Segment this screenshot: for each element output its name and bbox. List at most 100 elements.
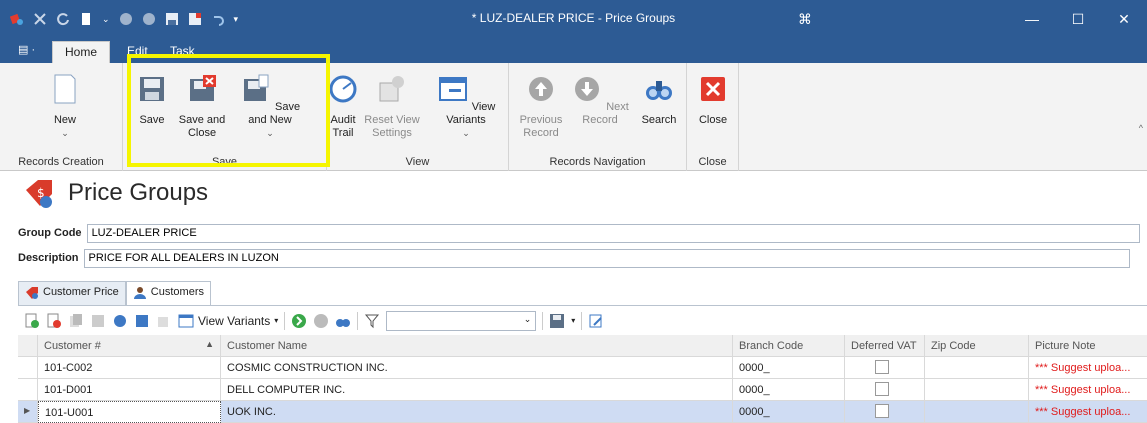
group-code-label: Group Code (18, 227, 82, 239)
view-variants-label: View Variants (198, 313, 271, 328)
close-window-button[interactable]: ✕ (1101, 0, 1147, 38)
cell-deferred-vat[interactable] (845, 379, 925, 401)
group-label: Records Creation (18, 156, 104, 168)
save-and-close-button[interactable]: Save and Close (175, 73, 229, 140)
previous-icon[interactable] (119, 12, 133, 26)
save-close-label-2: Close (187, 127, 217, 139)
audit-trail-button[interactable]: Audit Trail (327, 73, 359, 140)
search-button[interactable]: Search (637, 73, 681, 127)
group-code-input[interactable] (86, 223, 1140, 243)
cell-deferred-vat[interactable] (845, 357, 925, 379)
column-header-picture-note[interactable]: Picture Note (1029, 335, 1147, 357)
new-doc-icon[interactable] (79, 12, 93, 26)
table-row[interactable]: 101-C002 COSMIC CONSTRUCTION INC. 0000_ … (18, 357, 1147, 379)
filter-dropdown[interactable]: ⌄ (386, 310, 537, 331)
collapse-ribbon-icon[interactable]: ^ (1139, 123, 1143, 133)
customers-icon (133, 287, 146, 299)
quick-access-toolbar: ⌄ ▾ (0, 12, 238, 26)
reset-view-settings-button[interactable]: Reset View Settings (363, 73, 421, 140)
column-header-customer-no[interactable]: Customer # ▲ (38, 335, 221, 357)
customize-chevron-icon[interactable]: ▾ (234, 14, 239, 25)
chevron-down-icon: ⌄ (61, 128, 69, 138)
refresh-icon[interactable] (56, 12, 70, 26)
cell-picture-note[interactable]: *** Suggest uploa... (1029, 379, 1147, 401)
deferred-vat-checkbox[interactable] (875, 404, 889, 418)
previous-record-button[interactable]: Previous Record (517, 73, 565, 140)
price-tag-icon: $ (26, 180, 52, 208)
cell-zip-code[interactable] (925, 379, 1029, 401)
cell-customer-no[interactable]: 101-U001 (38, 401, 221, 423)
dropdown-chevron-icon[interactable]: ⌄ (102, 14, 110, 25)
go-next-icon[interactable] (291, 313, 307, 329)
cell-picture-note[interactable]: *** Suggest uploa... (1029, 401, 1147, 423)
go-previous-icon[interactable] (313, 313, 329, 329)
app-menu-icon[interactable]: ▤ · (18, 43, 36, 58)
cell-branch-code[interactable]: 0000_ (733, 357, 845, 379)
cell-customer-name[interactable]: DELL COMPUTER INC. (221, 379, 733, 401)
find-icon[interactable] (335, 313, 351, 329)
column-header-branch-code[interactable]: Branch Code (733, 335, 845, 357)
description-label: Description (18, 252, 79, 264)
tab-task[interactable]: Task (158, 41, 207, 63)
delete-row-icon[interactable] (46, 313, 62, 329)
tab-edit[interactable]: Edit (115, 41, 160, 63)
tab-customers[interactable]: Customers (125, 281, 211, 305)
save-and-new-button[interactable]: Save and New ⌄ (231, 73, 309, 140)
save-close-icon[interactable] (188, 12, 202, 26)
restore-icon[interactable]: ⌘ (793, 0, 817, 38)
tab-customer-price[interactable]: Customer Price (18, 281, 126, 305)
group-save: Save Save and Close Save and New ⌄ Save (123, 63, 327, 171)
next-record-button[interactable]: Next Record (567, 73, 633, 127)
cell-customer-name[interactable]: COSMIC CONSTRUCTION INC. (221, 357, 733, 379)
row-indicator (18, 357, 38, 379)
grid-header-row: Customer # ▲ Customer Name Branch Code D… (18, 335, 1147, 357)
close-button[interactable]: Close (695, 73, 731, 127)
cell-zip-code[interactable] (925, 401, 1029, 423)
paste-row-icon[interactable] (90, 313, 106, 329)
copy-row-icon[interactable] (68, 313, 84, 329)
column-header-zip-code[interactable]: Zip Code (925, 335, 1029, 357)
cancel-icon[interactable] (33, 12, 47, 26)
search-label: Search (641, 114, 677, 126)
column-header-deferred-vat[interactable]: Deferred VAT (845, 335, 925, 357)
refresh-icon[interactable] (112, 313, 128, 329)
cell-customer-name[interactable]: UOK INC. (221, 401, 733, 423)
cell-customer-no[interactable]: 101-D001 (38, 379, 221, 401)
deferred-vat-checkbox[interactable] (875, 360, 889, 374)
next-icon[interactable] (142, 12, 156, 26)
tab-home[interactable]: Home (52, 41, 110, 63)
ribbon-tabs: ▤ · Home Edit Task (0, 38, 1147, 63)
view-variants-dropdown[interactable]: View Variants ▾ (178, 313, 278, 329)
cell-deferred-vat[interactable] (845, 401, 925, 423)
column-header-label: Customer # (44, 340, 101, 352)
edit-note-icon[interactable] (588, 313, 604, 329)
cell-branch-code[interactable]: 0000_ (733, 379, 845, 401)
binoculars-icon (646, 81, 672, 100)
cell-zip-code[interactable] (925, 357, 1029, 379)
filter-icon[interactable] (364, 313, 380, 329)
export-icon[interactable] (156, 313, 172, 329)
cell-customer-no[interactable]: 101-C002 (38, 357, 221, 379)
audit-trail-icon (329, 75, 357, 103)
cell-branch-code[interactable]: 0000_ (733, 401, 845, 423)
maximize-button[interactable]: ☐ (1055, 0, 1101, 38)
save-icon[interactable] (165, 12, 179, 26)
view-variants-button[interactable]: View Variants ⌄ (428, 73, 504, 140)
save-layout-icon[interactable] (549, 313, 565, 329)
grid-settings-icon[interactable] (134, 313, 150, 329)
table-row[interactable]: ▶ 101-U001 UOK INC. 0000_ *** Suggest up… (18, 401, 1147, 423)
add-row-icon[interactable] (24, 313, 40, 329)
new-button[interactable]: New ⌄ (45, 73, 85, 140)
cell-picture-note[interactable]: *** Suggest uploa... (1029, 357, 1147, 379)
group-records-navigation: Previous Record Next Record Search Recor… (509, 63, 687, 171)
undo-icon[interactable] (211, 12, 225, 26)
column-header-customer-name[interactable]: Customer Name (221, 335, 733, 357)
description-input[interactable] (83, 248, 1130, 268)
table-row[interactable]: 101-D001 DELL COMPUTER INC. 0000_ *** Su… (18, 379, 1147, 401)
save-button[interactable]: Save (135, 73, 169, 127)
deferred-vat-checkbox[interactable] (875, 382, 889, 396)
minimize-button[interactable]: — (1009, 0, 1055, 38)
new-document-icon (54, 74, 76, 104)
chevron-down-icon[interactable]: ▾ (571, 316, 575, 325)
page-header: $ Price Groups (0, 172, 1147, 216)
